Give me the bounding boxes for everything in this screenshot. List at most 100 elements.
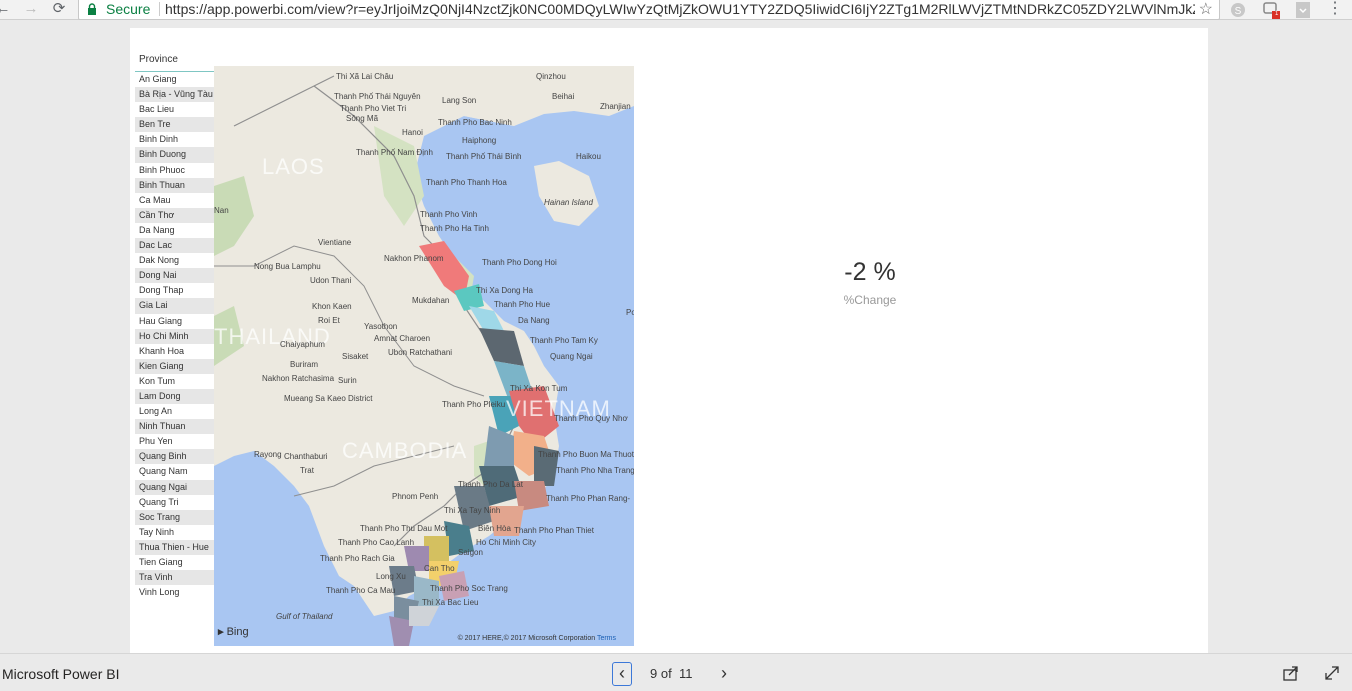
slicer-item[interactable]: Hau Giang [135, 314, 215, 329]
map-place-label: Po [626, 308, 634, 317]
map-place-label: Amnat Charoen [374, 334, 431, 343]
map-place-label: Lang Son [442, 96, 477, 105]
map-place-label: Mukdahan [412, 296, 450, 305]
bing-label: Bing [226, 626, 249, 638]
report-footer: Microsoft Power BI ‹ 9 of 11 › [0, 653, 1352, 691]
slicer-item[interactable]: Khanh Hoa [135, 344, 215, 359]
powerbi-brand[interactable]: Microsoft Power BI [2, 666, 119, 682]
map-place-label: Thanh Pho Phan Rang- [546, 494, 631, 503]
next-page-button[interactable]: › [714, 662, 734, 686]
map-place-label: Thanh Pho Phan Thiet [514, 526, 594, 535]
map-place-label: Surin [338, 376, 357, 385]
change-card: -2 % %Change [770, 258, 970, 307]
slicer-item[interactable]: Ho Chi Minh [135, 328, 215, 344]
slicer-item[interactable]: Kien Giang [135, 358, 215, 374]
slicer-item[interactable]: Ninh Thuan [135, 419, 215, 435]
map-copyright: © 2017 HERE,© 2017 Microsoft Corporation… [458, 635, 616, 642]
map-place-label: Hanoi [402, 128, 423, 137]
slicer-item[interactable]: Tay Ninh [135, 525, 215, 540]
slicer-item[interactable]: Da Nang [135, 223, 215, 238]
bookmark-icon[interactable] [1294, 1, 1312, 19]
card-value: -2 % [844, 258, 896, 286]
extension-badge: 1 [1275, 11, 1279, 17]
map-place-label: Trat [300, 466, 314, 475]
slicer-item[interactable]: Quang Nam [135, 464, 215, 479]
slicer-item[interactable]: Binh Dinh [135, 132, 215, 147]
filled-map[interactable]: LAOS THAILAND CAMBODIA VIETNAM Thi Xã La… [214, 66, 634, 646]
star-icon[interactable]: ☆ [1199, 0, 1213, 19]
card-label: %Change [843, 293, 897, 307]
map-place-label: Ubon Ratchathani [388, 348, 453, 357]
map-place-label: Da Nang [518, 316, 550, 325]
slicer-item[interactable]: Tien Giang [135, 555, 215, 570]
map-place-label: Hainan Island [544, 198, 593, 207]
map-place-label: Nakhon Phanom [384, 254, 444, 263]
share-icon[interactable] [1282, 664, 1300, 682]
report-stage: Province An Giang Bà Rịa - Vũng Tàu Bac Li… [0, 20, 1352, 653]
menu-icon[interactable]: ⋮ [1324, 0, 1346, 20]
map-place-label: Mueang Sa Kaeo District [284, 394, 373, 403]
slicer-item[interactable]: Tra Vinh [135, 570, 215, 586]
slicer-item[interactable]: Ca Mau [135, 193, 215, 208]
reload-icon[interactable]: ⟳ [48, 0, 70, 20]
skype-icon[interactable]: S [1229, 1, 1247, 19]
slicer-item[interactable]: An Giang [135, 72, 215, 87]
slicer-item[interactable]: Quang Tri [135, 495, 215, 510]
fullscreen-icon[interactable] [1323, 664, 1341, 682]
slicer-item[interactable]: Binh Duong [135, 147, 215, 163]
map-place-label: Thanh Pho Cao Lanh [338, 538, 415, 547]
lock-icon [88, 3, 96, 15]
map-place-label: Haikou [576, 152, 601, 161]
map-place-label: Nan [214, 206, 229, 215]
province-slicer: Province An Giang Bà Rịa - Vũng Tàu Bac Li… [135, 52, 215, 602]
slicer-item[interactable]: Kon Tum [135, 374, 215, 389]
map-place-label: Vientiane [318, 238, 352, 247]
slicer-item[interactable]: Cần Thơ [135, 207, 215, 223]
slicer-item[interactable]: Quang Ngai [135, 479, 215, 495]
map-place-label: Nakhon Ratchasima [262, 374, 335, 383]
map-place-label: Chaiyaphum [280, 340, 325, 349]
map-place-label: Thanh Pho Pleiku [442, 400, 506, 409]
terms-link[interactable]: Terms [597, 635, 616, 642]
map-place-label: Thanh Pho Quy Nhơ [554, 414, 628, 423]
map-place-label: Khon Kaen [312, 302, 352, 311]
page-of: of [660, 666, 672, 681]
map-place-label: Thanh Pho Dong Hoi [482, 258, 557, 267]
slicer-item[interactable]: Dong Nai [135, 268, 215, 284]
map-place-label: Buriram [290, 360, 319, 369]
slicer-item[interactable]: Soc Trang [135, 509, 215, 525]
slicer-item[interactable]: Bà Rịa - Vũng Tàu [135, 87, 215, 103]
slicer-item[interactable]: Ben Tre [135, 117, 215, 133]
previous-page-button[interactable]: ‹ [612, 662, 632, 686]
map-place-label: Sisaket [342, 352, 369, 361]
map-place-label: Thanh Pho Vinh [420, 210, 478, 219]
slicer-item[interactable]: Lam Dong [135, 388, 215, 405]
map-place-label: Thanh Pho Thu Dau Mot [360, 524, 448, 533]
map-place-label: Biên Hòa [478, 524, 511, 533]
slicer-item[interactable]: Binh Phuoc [135, 163, 215, 178]
slicer-item[interactable]: Bac Lieu [135, 102, 215, 117]
slicer-item[interactable]: Dac Lac [135, 238, 215, 254]
back-icon[interactable]: ← [0, 0, 14, 20]
address-bar[interactable]: Secure https://app.powerbi.com/view?r=ey… [78, 0, 1220, 20]
map-place-label: Udon Thani [310, 276, 352, 285]
slicer-item[interactable]: Quang Binh [135, 449, 215, 465]
country-label-cambodia: CAMBODIA [342, 438, 468, 463]
map-place-label: Thi Xa Dong Ha [476, 286, 533, 295]
slicer-item[interactable]: Vinh Long [135, 585, 215, 600]
slicer-item[interactable]: Binh Thuan [135, 177, 215, 193]
slicer-item[interactable]: Long An [135, 404, 215, 419]
map-place-label: Beihai [552, 92, 575, 101]
slicer-item[interactable]: Dak Nong [135, 253, 215, 268]
map-place-label: Zhanjian [600, 102, 631, 111]
map-place-label: Gulf of Thailand [276, 612, 333, 621]
slicer-item[interactable]: Dong Thap [135, 283, 215, 298]
map-place-label: Thanh Phố Nam Định [356, 148, 433, 157]
slicer-item[interactable]: Thua Thien - Hue [135, 539, 215, 555]
svg-text:S: S [1235, 6, 1242, 17]
map-place-label: Thanh Pho Rach Gia [320, 554, 395, 563]
slicer-item[interactable]: Phu Yen [135, 434, 215, 449]
slicer-item[interactable]: Gia Lai [135, 298, 215, 314]
forward-icon[interactable]: → [20, 0, 42, 20]
url-text[interactable]: https://app.powerbi.com/view?r=eyJrIjoiM… [165, 1, 1195, 17]
